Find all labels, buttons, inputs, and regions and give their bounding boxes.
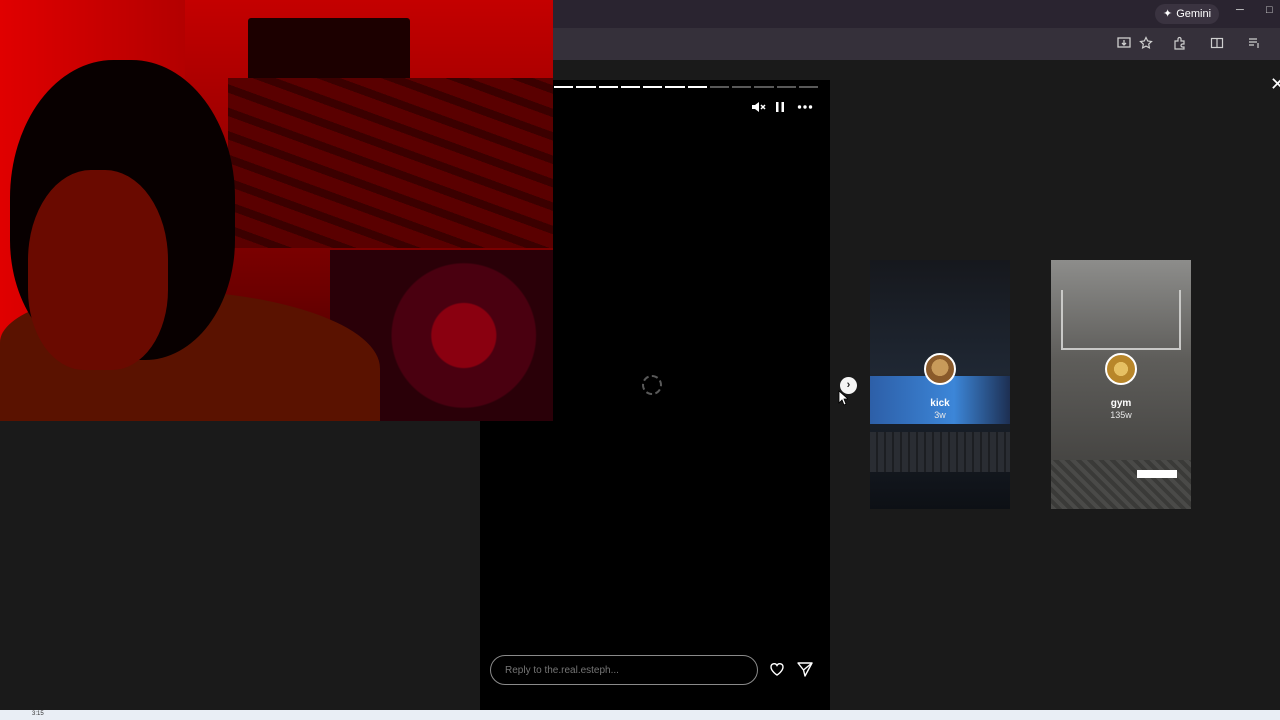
preview-thumbnail-detail bbox=[870, 432, 1010, 472]
gemini-button[interactable]: ✦ Gemini bbox=[1155, 4, 1220, 24]
preview-thumbnail-detail bbox=[1051, 460, 1191, 509]
avatar bbox=[924, 353, 956, 385]
install-app-icon[interactable] bbox=[1116, 36, 1132, 52]
story-progress-bar bbox=[554, 86, 818, 88]
progress-segment bbox=[620, 86, 640, 88]
story-sticker bbox=[1137, 470, 1177, 478]
webcam-bed bbox=[228, 78, 553, 248]
pause-icon[interactable] bbox=[771, 98, 789, 116]
progress-segment bbox=[798, 86, 818, 88]
taskbar-tray-text: 3:15 bbox=[32, 711, 44, 717]
preview-time: 3w bbox=[934, 410, 946, 420]
split-view-icon[interactable] bbox=[1209, 36, 1225, 52]
preview-thumbnail bbox=[1061, 290, 1181, 350]
progress-segment bbox=[665, 86, 685, 88]
progress-segment bbox=[776, 86, 796, 88]
mouse-cursor-icon bbox=[838, 390, 848, 406]
preview-username: gym bbox=[1110, 398, 1132, 409]
bookmark-star-icon[interactable] bbox=[1138, 36, 1154, 52]
progress-segment bbox=[687, 86, 707, 88]
webcam-overlay bbox=[0, 0, 553, 421]
progress-segment bbox=[554, 86, 574, 88]
heart-icon[interactable] bbox=[768, 660, 786, 678]
gemini-label: Gemini bbox=[1176, 8, 1212, 20]
story-preview-card[interactable]: kick 3w bbox=[870, 260, 1010, 509]
progress-segment bbox=[709, 86, 729, 88]
close-stories-button[interactable]: ✕ bbox=[1270, 74, 1280, 94]
loading-spinner-icon bbox=[642, 375, 662, 395]
avatar bbox=[1105, 353, 1137, 385]
send-icon[interactable] bbox=[796, 660, 814, 678]
os-taskbar bbox=[0, 710, 1280, 720]
mute-icon[interactable] bbox=[749, 98, 767, 116]
webcam-person-face bbox=[28, 170, 168, 370]
extensions-icon[interactable] bbox=[1172, 36, 1188, 52]
preview-username: kick bbox=[930, 398, 950, 409]
minimize-button[interactable]: ─ bbox=[1236, 4, 1244, 16]
restore-button[interactable]: □ bbox=[1266, 4, 1273, 16]
more-icon[interactable] bbox=[796, 98, 814, 116]
progress-segment bbox=[643, 86, 663, 88]
progress-segment bbox=[576, 86, 596, 88]
sparkle-icon: ✦ bbox=[1163, 8, 1173, 20]
reply-input[interactable] bbox=[490, 655, 758, 685]
preview-time: 135w bbox=[1110, 410, 1132, 420]
progress-segment bbox=[598, 86, 618, 88]
story-preview-card[interactable]: gym 135w bbox=[1051, 260, 1191, 509]
progress-segment bbox=[732, 86, 752, 88]
media-control-icon[interactable] bbox=[1246, 36, 1262, 52]
progress-segment bbox=[754, 86, 774, 88]
